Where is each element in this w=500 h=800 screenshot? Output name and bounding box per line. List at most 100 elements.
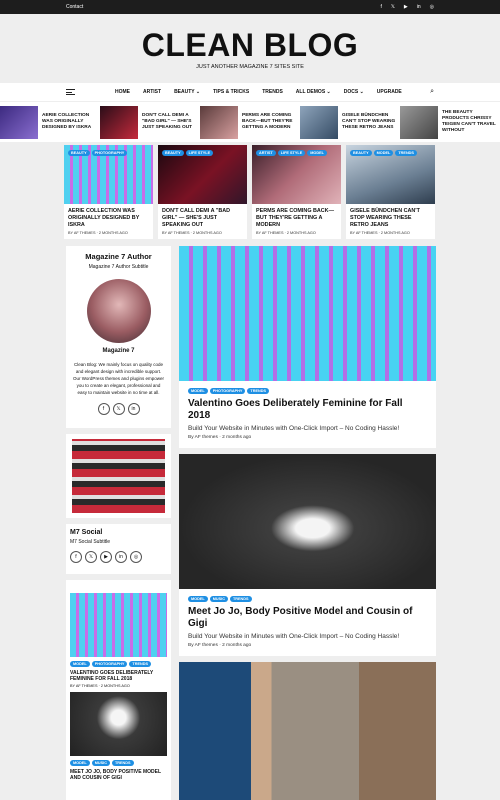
linkedin-icon[interactable]: in <box>417 4 421 10</box>
x-icon[interactable]: 𝕏 <box>391 4 395 10</box>
linkedin-icon[interactable]: in <box>127 403 140 415</box>
content-column: MODEL PHOTOGRAPHY TRENDS Valentino Goes De… <box>179 246 436 800</box>
side-post[interactable]: MODEL MUSIC TRENDS MEET JO JO, BODY POSITI… <box>70 692 167 781</box>
post-card[interactable] <box>179 662 436 800</box>
author-name: Magazine 7 <box>102 348 135 354</box>
nav-item-home[interactable]: HOME <box>115 89 130 95</box>
nav-item-tips[interactable]: TIPS & TRICKS <box>213 89 249 95</box>
category-badge[interactable]: MODEL <box>70 760 90 766</box>
category-badge[interactable]: ARTIST <box>256 150 276 156</box>
category-badge[interactable]: BEAUTY <box>68 150 90 156</box>
category-badge[interactable]: LIFE STYLE <box>277 150 306 156</box>
ticker-item[interactable]: DON'T CALL DEMI A "BAD GIRL" — SHE'S JUS… <box>100 102 200 142</box>
social-widget: M7 Social M7 Social Subtitle f 𝕏 ▶ in ◎ <box>66 524 171 574</box>
category-badge[interactable]: MUSIC <box>91 760 110 766</box>
category-badge[interactable]: TRENDS <box>229 596 252 602</box>
category-badge[interactable]: TRENDS <box>111 760 134 766</box>
youtube-icon[interactable]: ▶ <box>100 551 112 563</box>
author-widget: Magazine 7 Author Magazine 7 Author Subt… <box>66 246 171 428</box>
facebook-icon[interactable]: f <box>380 4 381 10</box>
promo-widget[interactable] <box>66 434 171 518</box>
sidebar: Magazine 7 Author Magazine 7 Author Subt… <box>66 246 171 800</box>
ticker-item[interactable]: PERMS ARE COMING BACK—BUT THEY'RE GETTIN… <box>200 102 300 142</box>
category-badge[interactable]: BEAUTY <box>162 150 184 156</box>
ticker-thumbnail <box>300 105 338 139</box>
facebook-icon[interactable]: f <box>97 403 110 415</box>
hamburger-menu-icon[interactable] <box>66 89 75 95</box>
facebook-icon[interactable]: f <box>70 551 82 563</box>
post-card[interactable]: MODEL MUSIC TRENDS Meet Jo Jo, Body Positi… <box>179 454 436 656</box>
ticker-title: AERIE COLLECTION WAS ORIGINALLY DESIGNED… <box>42 113 92 130</box>
category-badge[interactable]: PHOTOGRAPHY <box>209 388 246 394</box>
post-title[interactable]: Meet Jo Jo, Body Positive Model and Cous… <box>179 602 436 630</box>
category-badge[interactable]: MODEL <box>70 661 90 667</box>
site-logo[interactable]: CLEAN BLOG <box>0 28 500 62</box>
ticker-item[interactable]: GISELE BÜNDCHEN CAN'T STOP WEARING THESE… <box>300 102 400 142</box>
category-badge[interactable]: BEAUTY <box>350 150 372 156</box>
post-image <box>179 662 436 800</box>
promo-image <box>72 439 165 513</box>
search-icon[interactable]: ⌕ <box>430 88 434 96</box>
site-header: CLEAN BLOG JUST ANOTHER MAGAZINE 7 SITES… <box>0 14 500 83</box>
contact-link[interactable]: Contact <box>66 4 83 10</box>
side-post-title[interactable]: VALENTINO GOES DELIBERATELY FEMININE FOR… <box>70 670 167 682</box>
widget-title: Magazine 7 Author <box>85 252 152 261</box>
nav-item-upgrade[interactable]: UPGRADE <box>377 89 402 95</box>
featured-title[interactable]: PERMS ARE COMING BACK—BUT THEY'RE GETTIN… <box>252 204 341 229</box>
featured-card[interactable]: ARTIST LIFE STYLE MODEL PERMS ARE COMING B… <box>252 145 341 239</box>
featured-meta: BY AF THEMES · 2 MONTHS AGO <box>350 231 410 235</box>
nav-item-trends[interactable]: TRENDS <box>262 89 283 95</box>
category-badge[interactable]: MUSIC <box>209 596 228 602</box>
featured-title[interactable]: GISELE BÜNDCHEN CAN'T STOP WEARING THESE… <box>346 204 435 229</box>
x-icon[interactable]: 𝕏 <box>112 403 125 415</box>
nav-item-artist[interactable]: ARTIST <box>143 89 161 95</box>
ticker-title: DON'T CALL DEMI A "BAD GIRL" — SHE'S JUS… <box>142 113 193 130</box>
instagram-icon[interactable]: ◎ <box>130 551 142 563</box>
linkedin-icon[interactable]: in <box>115 551 127 563</box>
category-badge[interactable]: PHOTOGRAPHY <box>91 661 128 667</box>
category-badge[interactable]: MODEL <box>307 150 327 156</box>
post-image <box>179 454 436 589</box>
category-badge[interactable]: MODEL <box>188 388 208 394</box>
category-badge[interactable]: PHOTOGRAPHY <box>91 150 128 156</box>
nav-item-docs[interactable]: DOCS ⌄ <box>344 89 364 95</box>
category-badge[interactable]: TRENDS <box>129 661 152 667</box>
post-title[interactable]: Valentino Goes Deliberately Feminine for… <box>179 394 436 422</box>
nav-item-all-demos[interactable]: ALL DEMOS ⌄ <box>296 89 331 95</box>
category-badge[interactable]: TRENDS <box>247 388 270 394</box>
featured-posts: BEAUTY PHOTOGRAPHY AERIE COLLECTION WAS O… <box>0 142 500 239</box>
widget-subtitle: M7 Social Subtitle <box>70 539 111 545</box>
ticker-title: PERMS ARE COMING BACK—BUT THEY'RE GETTIN… <box>242 113 293 130</box>
nav-item-beauty[interactable]: BEAUTY ⌄ <box>174 89 200 95</box>
post-meta: By AF themes · 2 months ago <box>188 643 252 648</box>
side-post-image <box>70 593 167 657</box>
side-post-title[interactable]: MEET JO JO, BODY POSITIVE MODEL AND COUS… <box>70 769 167 781</box>
featured-card[interactable]: BEAUTY PHOTOGRAPHY AERIE COLLECTION WAS O… <box>64 145 153 239</box>
side-post[interactable]: MODEL PHOTOGRAPHY TRENDS VALENTINO GOES DE… <box>70 593 167 688</box>
ticker-thumbnail <box>0 105 38 139</box>
featured-image: ARTIST LIFE STYLE MODEL <box>252 145 341 204</box>
side-post-image <box>70 692 167 756</box>
ticker-strip: AERIE COLLECTION WAS ORIGINALLY DESIGNED… <box>0 102 500 142</box>
ticker-thumbnail <box>100 105 138 139</box>
ticker-thumbnail <box>400 105 438 139</box>
category-badge[interactable]: TRENDS <box>395 150 417 156</box>
ticker-thumbnail <box>200 105 238 139</box>
category-badge[interactable]: LIFE STYLE <box>185 150 214 156</box>
instagram-icon[interactable]: ◎ <box>430 4 434 10</box>
post-excerpt: Build Your Website in Minutes with One-C… <box>188 425 400 432</box>
side-posts-widget: MODEL PHOTOGRAPHY TRENDS VALENTINO GOES DE… <box>66 580 171 800</box>
featured-title[interactable]: DON'T CALL DEMI A "BAD GIRL" — SHE'S JUS… <box>158 204 247 229</box>
ticker-item[interactable]: AERIE COLLECTION WAS ORIGINALLY DESIGNED… <box>0 102 100 142</box>
youtube-icon[interactable]: ▶ <box>404 4 408 10</box>
ticker-title: THE BEAUTY PRODUCTS CHRISSY TEIGEN CAN'T… <box>442 110 496 133</box>
featured-card[interactable]: BEAUTY MODEL TRENDS GISELE BÜNDCHEN CAN'T … <box>346 145 435 239</box>
category-badge[interactable]: MODEL <box>188 596 208 602</box>
x-icon[interactable]: 𝕏 <box>85 551 97 563</box>
featured-title[interactable]: AERIE COLLECTION WAS ORIGINALLY DESIGNED… <box>64 204 153 229</box>
post-card[interactable]: MODEL PHOTOGRAPHY TRENDS Valentino Goes De… <box>179 246 436 448</box>
featured-image: BEAUTY PHOTOGRAPHY <box>64 145 153 204</box>
category-badge[interactable]: MODEL <box>373 150 394 156</box>
ticker-item[interactable]: THE BEAUTY PRODUCTS CHRISSY TEIGEN CAN'T… <box>400 102 500 142</box>
featured-card[interactable]: BEAUTY LIFE STYLE DON'T CALL DEMI A "BAD … <box>158 145 247 239</box>
